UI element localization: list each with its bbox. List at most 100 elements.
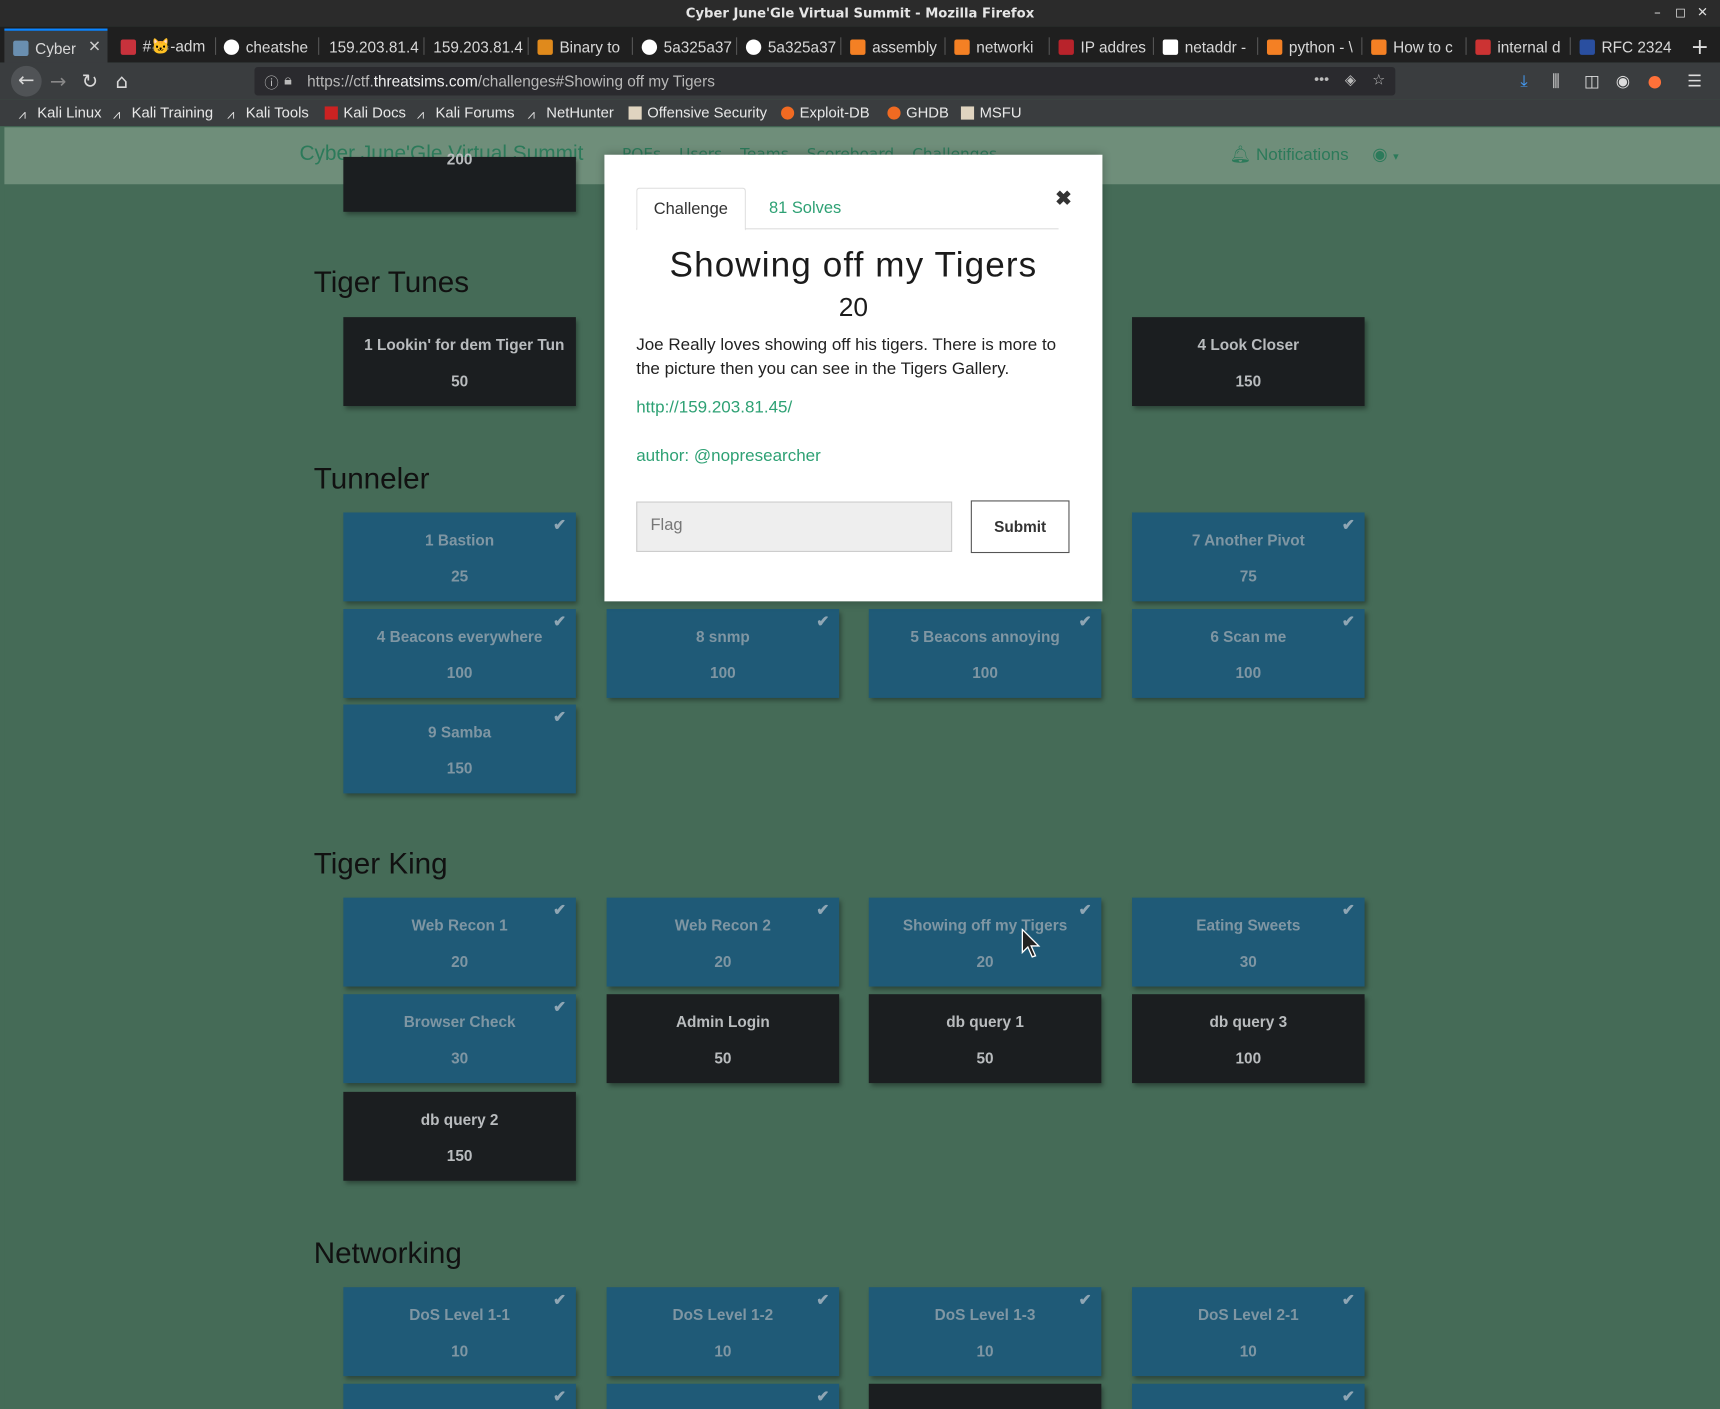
bookmark-kali-training[interactable]: ⩘ Kali Training bbox=[112, 104, 213, 122]
bookmark-msfu[interactable]: MSFU bbox=[960, 104, 1022, 121]
challenge-card[interactable]: ✔ DoS Level 1-1 10 bbox=[343, 1287, 576, 1377]
challenge-card[interactable] bbox=[868, 1383, 1102, 1409]
tab[interactable]: Binary to bbox=[529, 31, 630, 63]
tab-strip: Cyber ✕ #🐱-adm cheatshe 159.203.81.4 159… bbox=[0, 26, 1720, 65]
challenge-card[interactable]: ✔ bbox=[606, 1383, 840, 1409]
check-icon: ✔ bbox=[553, 1387, 567, 1405]
page-actions-icon[interactable]: ••• bbox=[1314, 70, 1329, 86]
bookmark-kali-forums[interactable]: ⩘ Kali Forums bbox=[417, 104, 515, 121]
url-bar[interactable]: ⓘ 🔒︎ https://ctf.threatsims.com/challeng… bbox=[254, 66, 1396, 96]
challenge-card[interactable]: ✔ 8 snmp 100 bbox=[606, 609, 840, 698]
challenge-card[interactable]: ✔ Eating Sweets 30 bbox=[1132, 897, 1365, 987]
challenge-card[interactable]: ✔ bbox=[343, 1383, 576, 1409]
tab[interactable]: IP addres bbox=[1050, 31, 1151, 63]
bookmark-star-icon[interactable]: ☆ bbox=[1372, 71, 1385, 89]
stackoverflow-icon bbox=[1371, 38, 1387, 55]
challenge-card[interactable]: ✔ 9 Samba 150 bbox=[343, 704, 576, 794]
challenge-card[interactable]: ✔ 5 Beacons annoying 100 bbox=[868, 609, 1102, 698]
challenge-card[interactable]: ✔ DoS Level 2-1 10 bbox=[1132, 1287, 1365, 1377]
info-icon[interactable]: ⓘ bbox=[264, 71, 278, 92]
tab[interactable]: How to c bbox=[1362, 31, 1463, 63]
challenge-card[interactable]: ✔ 6 Scan me 100 bbox=[1132, 609, 1365, 698]
tab[interactable]: python - \ bbox=[1258, 31, 1359, 63]
tab[interactable]: 5a325a37 bbox=[633, 31, 734, 63]
challenge-card[interactable]: ✔ DoS Level 1-3 10 bbox=[868, 1287, 1102, 1377]
bookmark-kali-docs[interactable]: Kali Docs bbox=[324, 104, 406, 121]
library-icon[interactable]: ⫼ bbox=[1552, 71, 1560, 91]
tab[interactable]: Cyber ✕ bbox=[4, 28, 108, 65]
challenge-card[interactable]: ✔ 7 Another Pivot 75 bbox=[1132, 512, 1365, 602]
challenge-card[interactable]: 1 Lookin' for dem Tiger Tun 50 bbox=[343, 317, 576, 407]
tab-challenge[interactable]: Challenge bbox=[636, 187, 746, 231]
downloads-icon[interactable]: ⤓ bbox=[1520, 71, 1527, 91]
tab-label: 159.203.81.4 bbox=[329, 37, 419, 56]
kali-dragon-icon: ⩘ bbox=[18, 105, 27, 122]
tab[interactable]: netaddr - bbox=[1154, 31, 1255, 63]
home-button[interactable]: ⌂ bbox=[110, 70, 134, 94]
window-title: Cyber June'Gle Virtual Summit - Mozilla … bbox=[685, 5, 1035, 21]
tab[interactable]: 5a325a37 bbox=[737, 31, 838, 63]
tab[interactable]: assembly bbox=[841, 31, 942, 63]
forward-button[interactable]: → bbox=[46, 70, 70, 94]
challenge-card[interactable]: db query 2 150 bbox=[343, 1091, 576, 1181]
bookmark-offensive-security[interactable]: Offensive Security bbox=[628, 104, 767, 121]
challenge-card[interactable]: ✔ 4 Beacons everywhere 100 bbox=[343, 609, 576, 698]
tab[interactable]: RFC 2324 bbox=[1571, 31, 1675, 63]
tab[interactable]: 159.203.81.4 bbox=[425, 31, 526, 63]
tab-label: netaddr - bbox=[1184, 37, 1247, 56]
user-menu[interactable]: ◉ ▾ bbox=[1372, 144, 1398, 165]
challenge-card[interactable]: ✔ DoS Level 1-2 10 bbox=[606, 1287, 840, 1377]
challenge-card[interactable]: db query 3 100 bbox=[1132, 994, 1365, 1084]
challenge-link[interactable]: http://159.203.81.45/ bbox=[636, 398, 792, 418]
kali-dragon-icon: ⩘ bbox=[112, 105, 121, 122]
tab[interactable]: #🐱-adm bbox=[112, 31, 213, 63]
close-tab-icon[interactable]: ✕ bbox=[88, 37, 101, 56]
tab-label: RFC 2324 bbox=[1601, 37, 1672, 56]
sidebar-icon[interactable]: ◫ bbox=[1584, 71, 1600, 91]
tab[interactable]: networki bbox=[946, 31, 1047, 63]
tab[interactable]: internal d bbox=[1467, 31, 1568, 63]
challenge-author[interactable]: author: @nopresearcher bbox=[636, 447, 821, 467]
category-title: Tunneler bbox=[313, 461, 430, 495]
tab[interactable]: 159.203.81.4 bbox=[320, 31, 421, 63]
challenge-card[interactable]: db query 1 50 bbox=[868, 994, 1102, 1084]
back-button[interactable]: ← bbox=[10, 65, 42, 97]
challenge-card[interactable]: ✔ Showing off my Tigers 20 bbox=[868, 897, 1102, 987]
challenge-card[interactable]: ✔ Web Recon 1 20 bbox=[343, 897, 576, 987]
flag-input[interactable]: Flag bbox=[636, 501, 953, 552]
close-window-button[interactable]: ✕ bbox=[1697, 4, 1708, 19]
tab-label: How to c bbox=[1393, 37, 1453, 56]
bookmark-ghdb[interactable]: GHDB bbox=[887, 104, 949, 121]
lock-icon[interactable]: 🔒︎ bbox=[284, 71, 292, 89]
tab-label: networki bbox=[976, 37, 1034, 56]
maximize-button[interactable]: ◻ bbox=[1675, 4, 1686, 19]
extension-icon[interactable]: ● bbox=[1648, 71, 1662, 91]
challenge-card[interactable]: ✔ 1 Bastion 25 bbox=[343, 512, 576, 602]
bookmark-kali-tools[interactable]: ⩘ Kali Tools bbox=[227, 104, 309, 121]
reload-button[interactable]: ↻ bbox=[78, 70, 102, 94]
pocket-icon[interactable]: ◈ bbox=[1345, 71, 1356, 89]
challenge-card[interactable]: 4 Look Closer 150 bbox=[1132, 317, 1365, 407]
new-tab-button[interactable]: + bbox=[1691, 33, 1709, 59]
submit-button[interactable]: Submit bbox=[970, 500, 1070, 554]
notifications-link[interactable]: 🔔︎ Notifications bbox=[1230, 145, 1349, 166]
challenge-description: Joe Really loves showing off his tigers.… bbox=[636, 335, 1057, 379]
challenge-card[interactable]: ✔ Web Recon 2 20 bbox=[606, 897, 840, 987]
minimize-button[interactable]: – bbox=[1654, 4, 1661, 19]
bookmark-exploit-db[interactable]: Exploit-DB bbox=[781, 104, 870, 121]
challenge-card[interactable]: 200 bbox=[343, 150, 576, 212]
challenge-title: Showing off my Tigers bbox=[669, 244, 1038, 285]
menu-icon[interactable]: ☰ bbox=[1687, 71, 1702, 91]
docs-icon bbox=[324, 105, 338, 120]
tab-solves[interactable]: 81 Solves bbox=[753, 188, 858, 229]
challenge-card[interactable]: ✔ bbox=[1132, 1383, 1365, 1409]
account-icon[interactable]: ◉ bbox=[1616, 71, 1630, 91]
tab[interactable]: cheatshe bbox=[215, 31, 316, 63]
challenge-card[interactable]: ✔ Browser Check 30 bbox=[343, 994, 576, 1084]
close-icon[interactable]: ✖ bbox=[1055, 188, 1072, 211]
exploitdb-icon bbox=[781, 105, 795, 120]
bookmark-kali-linux[interactable]: ⩘ Kali Linux bbox=[18, 104, 102, 122]
bookmark-nethunter[interactable]: ⩘ NetHunter bbox=[528, 104, 614, 121]
challenge-card[interactable]: Admin Login 50 bbox=[606, 994, 840, 1084]
mouse-cursor-icon bbox=[1021, 928, 1041, 958]
